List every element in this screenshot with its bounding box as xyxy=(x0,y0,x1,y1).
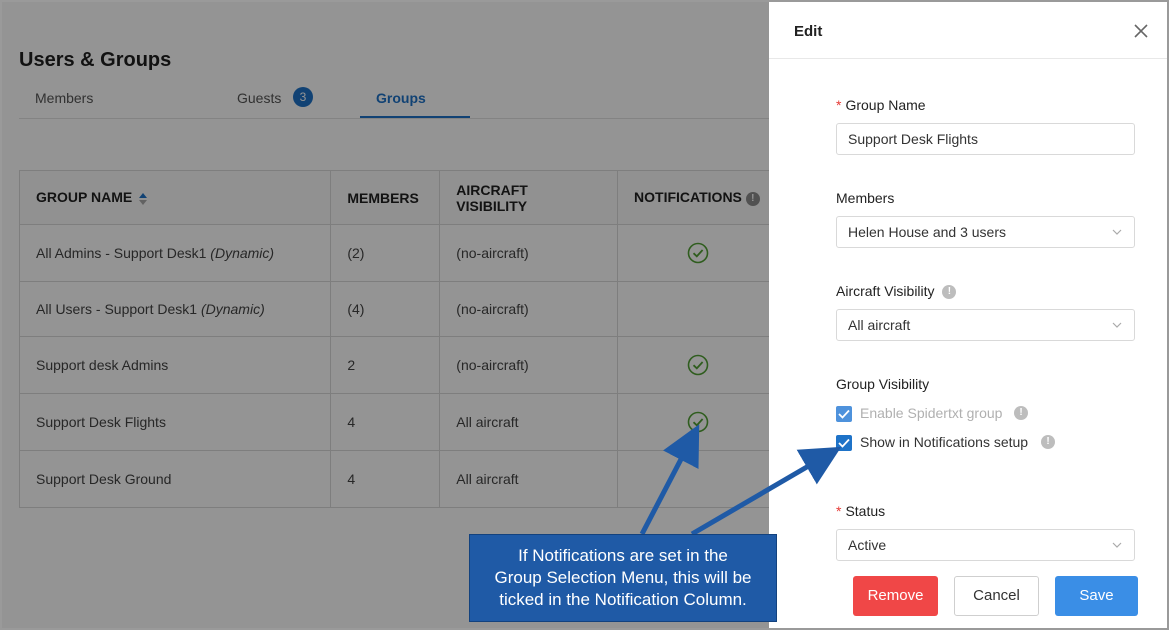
close-icon[interactable] xyxy=(1132,22,1150,40)
status-label: * Status xyxy=(836,503,886,519)
info-icon[interactable]: ! xyxy=(1041,435,1055,449)
show-notifications-checkbox[interactable] xyxy=(836,435,852,451)
status-select-value: Active xyxy=(848,537,887,553)
status-select[interactable]: Active xyxy=(836,529,1135,561)
info-icon[interactable]: ! xyxy=(942,285,957,300)
callout-line: Group Selection Menu, this will be xyxy=(494,568,752,587)
members-label: Members xyxy=(836,190,895,206)
group-visibility-label: Group Visibility xyxy=(836,376,930,392)
chevron-down-icon xyxy=(1112,229,1122,235)
group-name-input[interactable]: Support Desk Flights xyxy=(836,123,1135,155)
chevron-down-icon xyxy=(1112,322,1122,328)
callout-line: If Notifications are set in the xyxy=(518,546,728,565)
cancel-button[interactable]: Cancel xyxy=(954,576,1039,616)
aircraft-visibility-select[interactable]: All aircraft xyxy=(836,309,1135,341)
app-frame: Users & Groups Members Guests 3 Groups G… xyxy=(0,0,1169,630)
callout-line: ticked in the Notification Column. xyxy=(499,590,747,609)
drawer-title: Edit xyxy=(794,23,823,40)
show-notifications-label: Show in Notifications setup xyxy=(860,434,1029,450)
save-button[interactable]: Save xyxy=(1055,576,1138,616)
drawer-header: Edit xyxy=(769,2,1167,59)
aircraft-visibility-label: Aircraft Visibility ! xyxy=(836,283,957,300)
members-select[interactable]: Helen House and 3 users xyxy=(836,216,1135,248)
remove-button[interactable]: Remove xyxy=(853,576,938,616)
members-select-value: Helen House and 3 users xyxy=(848,224,1006,240)
group-name-label: * Group Name xyxy=(836,97,926,113)
edit-drawer: Edit * Group Name Support Desk Flights Me… xyxy=(769,2,1167,628)
enable-spidertxt-label: Enable Spidertxt group xyxy=(860,405,1003,421)
enable-spidertxt-checkbox[interactable] xyxy=(836,406,852,422)
annotation-callout: If Notifications are set in the Group Se… xyxy=(469,534,777,622)
aircraft-select-value: All aircraft xyxy=(848,317,911,333)
chevron-down-icon xyxy=(1112,542,1122,548)
info-icon[interactable]: ! xyxy=(1014,406,1028,420)
